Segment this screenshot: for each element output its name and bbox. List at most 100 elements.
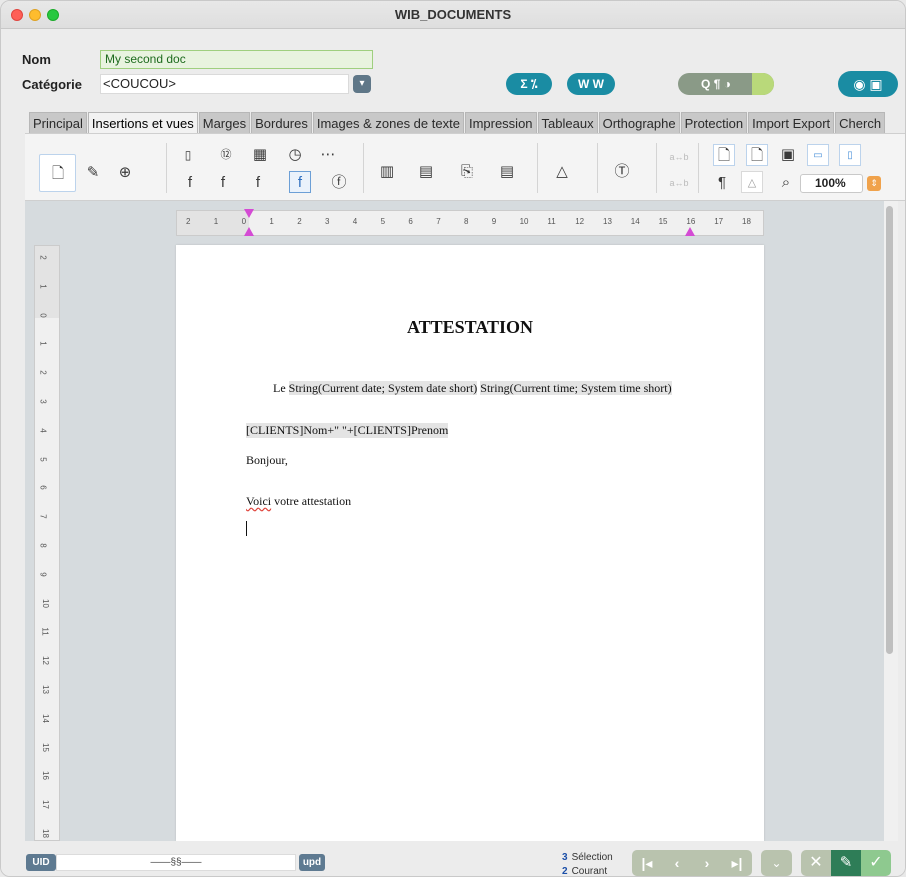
app-window: WIB_DOCUMENTS Nom My second doc Catégori…: [0, 0, 906, 877]
tab-protection[interactable]: Protection: [680, 112, 748, 134]
page-icon: 🗋: [51, 165, 65, 182]
image-icon[interactable]: △: [551, 161, 573, 183]
tab-import-export[interactable]: Import Export: [748, 112, 835, 134]
next-record-button[interactable]: ›: [692, 850, 722, 876]
ruler-tick-label: 11: [547, 217, 556, 226]
document-heading: ATTESTATION: [406, 317, 534, 337]
last-icon: ▸|: [731, 855, 743, 871]
more-actions-button[interactable]: ⌄: [761, 850, 792, 876]
search-tools-button[interactable]: Q ¶ ◑: [678, 73, 774, 95]
tab-orthographe[interactable]: Orthographe: [598, 112, 680, 134]
zoom-field[interactable]: 100%: [800, 174, 863, 193]
ruler-tick-label: 1: [269, 217, 274, 226]
tab-images[interactable]: Images & zones de texte: [312, 112, 464, 134]
tab-principal[interactable]: Principal: [29, 112, 87, 134]
tab-insertions-et-vues[interactable]: Insertions et vues: [87, 112, 198, 134]
page-mode-icon[interactable]: 🗋: [713, 144, 735, 166]
edit-button[interactable]: ✎: [831, 850, 861, 876]
indent-marker-left[interactable]: [244, 227, 254, 236]
tab-tableaux[interactable]: Tableaux: [537, 112, 598, 134]
ruler-tick-label: 1: [213, 217, 219, 226]
time-expression: String(Current time; System time short): [480, 381, 672, 395]
ruler-tick-label: 17: [40, 800, 50, 810]
header-icon[interactable]: ▤: [415, 161, 437, 183]
ruler-tick-label: 1: [38, 341, 48, 347]
last-record-button[interactable]: ▸|: [722, 850, 752, 876]
sigma-icon: Σ ⁒: [520, 77, 538, 91]
separator: [537, 143, 538, 193]
page-mode-2-icon[interactable]: 🗋: [746, 144, 768, 166]
ruler-tick-label: 7: [436, 217, 441, 226]
more-icon[interactable]: ⋯: [317, 144, 339, 166]
ruler-tick-label: 16: [40, 771, 50, 781]
ruler-tick-label: 4: [38, 428, 48, 433]
display-icon[interactable]: ▣: [777, 144, 799, 166]
ruler-tick-label: 0: [241, 217, 247, 226]
image-display-icon[interactable]: △: [741, 171, 763, 193]
footer-icon[interactable]: ▤: [496, 161, 518, 183]
tab-bordures[interactable]: Bordures: [251, 112, 312, 134]
formula-freeze-icon[interactable]: f: [247, 172, 269, 194]
ruler-tick-label: 2: [38, 370, 48, 375]
ruler-tick-label: 6: [408, 217, 413, 226]
ruler-tick-label: 10: [519, 217, 529, 226]
separator: [363, 143, 364, 193]
tab-impression[interactable]: Impression: [464, 112, 537, 134]
ruler-h-icon[interactable]: ▭: [807, 144, 829, 166]
text-box-icon[interactable]: Ⓣ: [611, 161, 633, 183]
formula-frame-icon[interactable]: f: [289, 171, 311, 193]
word-export-button[interactable]: W W: [567, 73, 615, 95]
previous-record-button[interactable]: ‹: [662, 850, 692, 876]
formula-button[interactable]: Σ ⁒: [506, 73, 552, 95]
globe-icon[interactable]: ⊕: [114, 162, 136, 184]
ruler-tick-label: 5: [380, 217, 386, 226]
date-prefix: Le: [273, 381, 289, 395]
indent-marker-first[interactable]: [244, 209, 254, 218]
clock-icon[interactable]: ◷: [284, 144, 306, 166]
tab-bar: Principal Insertions et vues Marges Bordure…: [29, 112, 886, 134]
tab-marges[interactable]: Marges: [198, 112, 251, 134]
page-number-icon[interactable]: ▯: [177, 144, 199, 166]
preview-print-button[interactable]: ◉ ▣: [838, 71, 898, 97]
columns-icon[interactable]: ▥: [376, 161, 398, 183]
categorie-field[interactable]: <COUCOU>: [100, 74, 349, 94]
greeting-line: Bonjour,: [246, 453, 288, 467]
ruler-tick-label: 5: [38, 456, 48, 462]
ruler-tick-label: 0: [38, 312, 48, 318]
cancel-button[interactable]: ✕: [801, 850, 831, 876]
misspelled-word: Voici: [246, 494, 272, 508]
formula-insert-icon[interactable]: f: [179, 172, 201, 194]
edit-doc-icon[interactable]: ✎: [82, 162, 104, 184]
page-view-button[interactable]: 🗋: [39, 154, 76, 192]
formula-search-icon[interactable]: f: [212, 172, 234, 194]
first-record-button[interactable]: |◂: [632, 850, 662, 876]
ruler-tick-label: 16: [686, 217, 696, 226]
ruler-tick-label: 18: [742, 217, 751, 226]
unlink-icon: a↔b: [669, 178, 689, 188]
ruler-tick-label: 2: [186, 217, 191, 226]
function-icon[interactable]: ⓕ: [328, 172, 350, 194]
validate-button[interactable]: ✓: [861, 850, 891, 876]
upd-badge: upd: [299, 854, 325, 871]
calendar-icon[interactable]: ▦: [249, 144, 271, 166]
chevron-down-icon: ▾: [359, 78, 365, 89]
nom-field[interactable]: My second doc: [100, 50, 373, 69]
document-page[interactable]: ATTESTATION Le String(Current date; Syst…: [176, 245, 764, 841]
word-icon: W W: [578, 77, 604, 91]
ruler-v-icon[interactable]: ▯: [839, 144, 861, 166]
tab-recherche[interactable]: Cherch: [835, 112, 886, 134]
ruler-tick-label: 12: [40, 656, 50, 666]
number-icon[interactable]: ⑫: [215, 144, 237, 166]
zoom-stepper[interactable]: ⇕: [867, 176, 881, 191]
categorie-dropdown-button[interactable]: ▾: [353, 75, 371, 93]
separator: [698, 143, 699, 193]
page-break-icon[interactable]: ⎘: [456, 161, 478, 183]
ruler-tick-label: 8: [464, 217, 469, 226]
indent-marker-right[interactable]: [685, 227, 695, 236]
ruler-tick-label: 18: [40, 829, 50, 838]
ruler-tick-label: 10: [40, 598, 50, 608]
scrollbar-thumb[interactable]: [886, 206, 893, 654]
ruler-tick-label: 9: [38, 572, 48, 577]
selection-count: 3 Sélection: [562, 852, 613, 863]
paragraph-icon[interactable]: ¶: [711, 172, 733, 194]
